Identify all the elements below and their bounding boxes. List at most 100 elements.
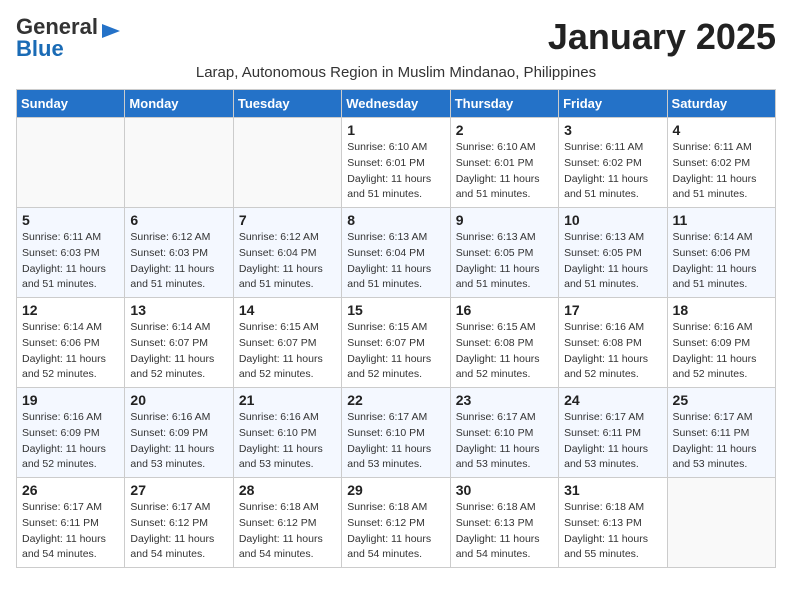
day-cell [125, 118, 233, 208]
logo-text: General Blue [16, 16, 98, 60]
day-info: Sunrise: 6:10 AMSunset: 6:01 PMDaylight:… [456, 140, 553, 203]
day-info: Sunrise: 6:13 AMSunset: 6:05 PMDaylight:… [564, 230, 661, 293]
day-number: 24 [564, 392, 661, 408]
day-number: 17 [564, 302, 661, 318]
week-row-4: 19 Sunrise: 6:16 AMSunset: 6:09 PMDayligh… [17, 388, 776, 478]
day-number: 2 [456, 122, 553, 138]
day-number: 4 [673, 122, 770, 138]
day-cell: 19 Sunrise: 6:16 AMSunset: 6:09 PMDayligh… [17, 388, 125, 478]
day-info: Sunrise: 6:18 AMSunset: 6:12 PMDaylight:… [239, 500, 336, 563]
day-cell: 20 Sunrise: 6:16 AMSunset: 6:09 PMDayligh… [125, 388, 233, 478]
day-cell [667, 478, 775, 568]
day-cell: 29 Sunrise: 6:18 AMSunset: 6:12 PMDayligh… [342, 478, 450, 568]
day-info: Sunrise: 6:16 AMSunset: 6:09 PMDaylight:… [22, 410, 119, 473]
day-cell: 11 Sunrise: 6:14 AMSunset: 6:06 PMDayligh… [667, 208, 775, 298]
day-cell: 25Sunrise: 6:17 AMSunset: 6:11 PMDayligh… [667, 388, 775, 478]
day-cell: 7Sunrise: 6:12 AMSunset: 6:04 PMDaylight… [233, 208, 341, 298]
day-number: 26 [22, 482, 119, 498]
day-info: Sunrise: 6:16 AMSunset: 6:08 PMDaylight:… [564, 320, 661, 383]
day-cell: 6Sunrise: 6:12 AMSunset: 6:03 PMDaylight… [125, 208, 233, 298]
day-cell: 16 Sunrise: 6:15 AMSunset: 6:08 PMDayligh… [450, 298, 558, 388]
day-info: Sunrise: 6:14 AMSunset: 6:06 PMDaylight:… [673, 230, 770, 293]
col-header-monday: Monday [125, 90, 233, 118]
day-number: 18 [673, 302, 770, 318]
day-cell: 3Sunrise: 6:11 AMSunset: 6:02 PMDaylight… [559, 118, 667, 208]
day-number: 31 [564, 482, 661, 498]
day-cell: 28 Sunrise: 6:18 AMSunset: 6:12 PMDayligh… [233, 478, 341, 568]
col-header-sunday: Sunday [17, 90, 125, 118]
header-row: SundayMondayTuesdayWednesdayThursdayFrid… [17, 90, 776, 118]
day-cell [233, 118, 341, 208]
col-header-wednesday: Wednesday [342, 90, 450, 118]
day-info: Sunrise: 6:16 AMSunset: 6:09 PMDaylight:… [130, 410, 227, 473]
subtitle: Larap, Autonomous Region in Muslim Minda… [16, 64, 776, 81]
day-number: 13 [130, 302, 227, 318]
day-info: Sunrise: 6:18 AMSunset: 6:13 PMDaylight:… [564, 500, 661, 563]
day-info: Sunrise: 6:17 AMSunset: 6:12 PMDaylight:… [130, 500, 227, 563]
day-info: Sunrise: 6:15 AMSunset: 6:07 PMDaylight:… [347, 320, 444, 383]
day-cell: 13 Sunrise: 6:14 AMSunset: 6:07 PMDayligh… [125, 298, 233, 388]
day-cell: 24Sunrise: 6:17 AMSunset: 6:11 PMDayligh… [559, 388, 667, 478]
day-number: 29 [347, 482, 444, 498]
day-cell: 8 Sunrise: 6:13 AMSunset: 6:04 PMDaylight… [342, 208, 450, 298]
day-cell: 9 Sunrise: 6:13 AMSunset: 6:05 PMDaylight… [450, 208, 558, 298]
day-cell: 27Sunrise: 6:17 AMSunset: 6:12 PMDayligh… [125, 478, 233, 568]
day-cell: 22Sunrise: 6:17 AMSunset: 6:10 PMDayligh… [342, 388, 450, 478]
day-number: 19 [22, 392, 119, 408]
day-info: Sunrise: 6:18 AMSunset: 6:13 PMDaylight:… [456, 500, 553, 563]
day-info: Sunrise: 6:14 AMSunset: 6:06 PMDaylight:… [22, 320, 119, 383]
day-cell: 23Sunrise: 6:17 AMSunset: 6:10 PMDayligh… [450, 388, 558, 478]
week-row-2: 5 Sunrise: 6:11 AMSunset: 6:03 PMDaylight… [17, 208, 776, 298]
day-info: Sunrise: 6:15 AMSunset: 6:08 PMDaylight:… [456, 320, 553, 383]
day-cell: 4 Sunrise: 6:11 AMSunset: 6:02 PMDaylight… [667, 118, 775, 208]
week-row-5: 26 Sunrise: 6:17 AMSunset: 6:11 PMDayligh… [17, 478, 776, 568]
day-info: Sunrise: 6:13 AMSunset: 6:05 PMDaylight:… [456, 230, 553, 293]
day-cell: 31 Sunrise: 6:18 AMSunset: 6:13 PMDayligh… [559, 478, 667, 568]
day-number: 15 [347, 302, 444, 318]
day-number: 8 [347, 212, 444, 228]
col-header-friday: Friday [559, 90, 667, 118]
day-cell: 21 Sunrise: 6:16 AMSunset: 6:10 PMDayligh… [233, 388, 341, 478]
week-row-1: 1Sunrise: 6:10 AMSunset: 6:01 PMDaylight… [17, 118, 776, 208]
day-number: 7 [239, 212, 336, 228]
week-row-3: 12 Sunrise: 6:14 AMSunset: 6:06 PMDayligh… [17, 298, 776, 388]
day-info: Sunrise: 6:15 AMSunset: 6:07 PMDaylight:… [239, 320, 336, 383]
day-number: 12 [22, 302, 119, 318]
day-info: Sunrise: 6:11 AMSunset: 6:02 PMDaylight:… [673, 140, 770, 203]
day-info: Sunrise: 6:18 AMSunset: 6:12 PMDaylight:… [347, 500, 444, 563]
day-number: 11 [673, 212, 770, 228]
day-number: 6 [130, 212, 227, 228]
day-cell: 17 Sunrise: 6:16 AMSunset: 6:08 PMDayligh… [559, 298, 667, 388]
day-cell: 30Sunrise: 6:18 AMSunset: 6:13 PMDayligh… [450, 478, 558, 568]
day-cell: 15 Sunrise: 6:15 AMSunset: 6:07 PMDayligh… [342, 298, 450, 388]
day-number: 23 [456, 392, 553, 408]
day-number: 20 [130, 392, 227, 408]
day-number: 14 [239, 302, 336, 318]
day-info: Sunrise: 6:16 AMSunset: 6:10 PMDaylight:… [239, 410, 336, 473]
day-cell: 26 Sunrise: 6:17 AMSunset: 6:11 PMDayligh… [17, 478, 125, 568]
day-number: 21 [239, 392, 336, 408]
day-info: Sunrise: 6:17 AMSunset: 6:11 PMDaylight:… [673, 410, 770, 473]
logo-icon [102, 20, 124, 42]
day-info: Sunrise: 6:16 AMSunset: 6:09 PMDaylight:… [673, 320, 770, 383]
day-cell: 18 Sunrise: 6:16 AMSunset: 6:09 PMDayligh… [667, 298, 775, 388]
day-info: Sunrise: 6:17 AMSunset: 6:10 PMDaylight:… [347, 410, 444, 473]
day-cell: 1Sunrise: 6:10 AMSunset: 6:01 PMDaylight… [342, 118, 450, 208]
day-info: Sunrise: 6:17 AMSunset: 6:11 PMDaylight:… [22, 500, 119, 563]
day-number: 10 [564, 212, 661, 228]
day-cell: 12 Sunrise: 6:14 AMSunset: 6:06 PMDayligh… [17, 298, 125, 388]
col-header-saturday: Saturday [667, 90, 775, 118]
day-cell: 2 Sunrise: 6:10 AMSunset: 6:01 PMDaylight… [450, 118, 558, 208]
day-cell: 14 Sunrise: 6:15 AMSunset: 6:07 PMDayligh… [233, 298, 341, 388]
day-number: 9 [456, 212, 553, 228]
day-number: 28 [239, 482, 336, 498]
day-info: Sunrise: 6:13 AMSunset: 6:04 PMDaylight:… [347, 230, 444, 293]
day-number: 5 [22, 212, 119, 228]
day-info: Sunrise: 6:14 AMSunset: 6:07 PMDaylight:… [130, 320, 227, 383]
logo-blue: Blue [16, 36, 64, 61]
day-number: 16 [456, 302, 553, 318]
month-title: January 2025 [548, 16, 776, 58]
logo: General Blue [16, 16, 124, 60]
day-info: Sunrise: 6:10 AMSunset: 6:01 PMDaylight:… [347, 140, 444, 203]
day-info: Sunrise: 6:11 AMSunset: 6:03 PMDaylight:… [22, 230, 119, 293]
